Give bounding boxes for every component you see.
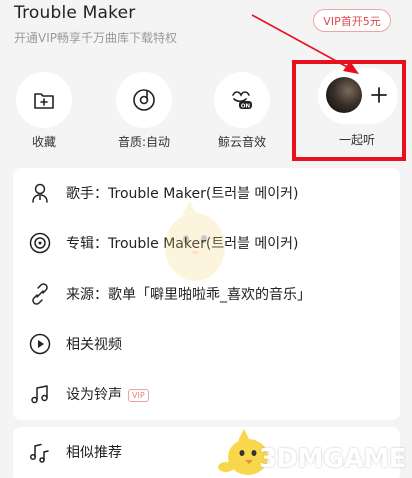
similar-menu: 相似推荐 [13,427,400,478]
related-video-text: 相关视频 [66,337,122,353]
highlight-box [292,60,406,161]
svg-text:ON: ON [241,103,251,109]
video-play-icon [28,332,52,356]
ringtone-text: 设为铃声 VIP [66,384,149,404]
sound-effect-label: 鲸云音效 [217,135,266,149]
singer-icon [28,181,52,205]
whale-sound-effect-icon: ON [232,91,252,109]
ringtone-label: 设为铃声 [66,387,122,403]
menu-item-similar[interactable]: 相似推荐 [13,427,400,477]
menu-item-ringtone[interactable]: 设为铃声 VIP [13,369,400,419]
singer-text: 歌手：Trouble Maker(트러블 메이커) [66,186,299,202]
song-title: Trouble Maker [14,3,136,23]
vip-badge: VIP [128,388,149,402]
sound-quality-button[interactable]: 音质:自动 [98,70,188,160]
quality-label: 音质:自动 [117,135,171,149]
collect-label: 收藏 [31,135,56,149]
menu-item-related-video[interactable]: 相关视频 [13,319,400,369]
menu-item-singer[interactable]: 歌手：Trouble Maker(트러블 메이커) [13,168,400,218]
similar-text: 相似推荐 [66,445,122,461]
album-disc-icon [28,231,52,255]
whale-sound-effect-button[interactable]: ON 鲸云音效 [196,70,286,160]
similar-recommend-icon [28,440,52,464]
song-info-menu: 歌手：Trouble Maker(트러블 메이커) 专辑：Trouble Mak… [13,168,400,420]
quality-disc-icon [133,89,155,111]
ringtone-icon [28,382,52,406]
collect-folder-plus-icon [34,93,54,109]
vip-offer-button[interactable]: VIP首开5元 [313,9,391,32]
menu-item-album[interactable]: 专辑：Trouble Maker(트러블 메이커) [13,218,400,268]
source-link-icon [28,282,52,306]
collect-button[interactable]: 收藏 [0,70,88,160]
vip-subtitle[interactable]: 开通VIP畅享千万曲库下载特权 [14,29,177,46]
menu-item-source[interactable]: 来源：歌单「噼里啪啦乖_喜欢的音乐」 [13,269,400,319]
collect-circle [16,72,72,128]
sound-effect-circle: ON [214,72,270,128]
album-text: 专辑：Trouble Maker(트러블 메이커) [66,236,299,252]
quality-circle [116,72,172,128]
source-text: 来源：歌单「噼里啪啦乖_喜欢的音乐」 [66,287,311,303]
